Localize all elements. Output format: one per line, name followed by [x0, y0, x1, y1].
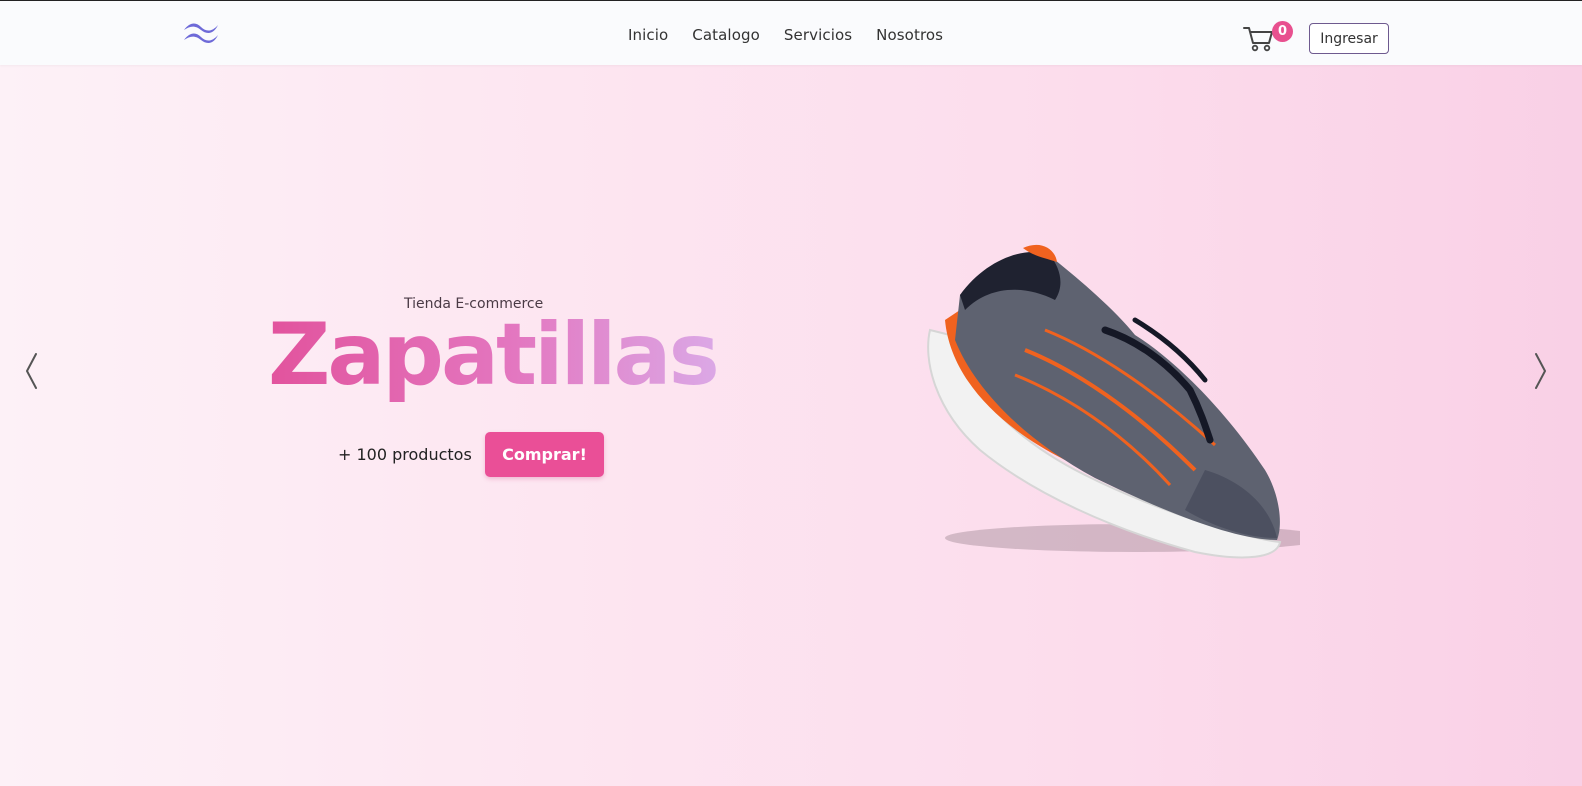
running-shoe-image — [905, 240, 1325, 565]
buy-button[interactable]: Comprar! — [485, 432, 604, 477]
shopping-cart-icon — [1243, 27, 1273, 52]
nav-inicio[interactable]: Inicio — [628, 26, 668, 44]
chevron-left-icon[interactable] — [24, 352, 40, 390]
site-header: Inicio Catalogo Servicios Nosotros 0 Ing… — [0, 1, 1582, 65]
nav-servicios[interactable]: Servicios — [784, 26, 852, 44]
cart-button[interactable]: 0 — [1243, 21, 1295, 55]
wave-logo-icon[interactable] — [182, 20, 220, 46]
main-nav: Inicio Catalogo Servicios Nosotros — [628, 26, 943, 44]
nav-catalogo[interactable]: Catalogo — [692, 26, 760, 44]
hero-title: Zapatillas — [268, 305, 720, 405]
login-button[interactable]: Ingresar — [1309, 23, 1389, 54]
cart-count-badge: 0 — [1272, 21, 1293, 42]
products-count: + 100 productos — [338, 445, 472, 464]
chevron-right-icon[interactable] — [1532, 352, 1548, 390]
hero-carousel: Tienda E-commerce Zapatillas + 100 produ… — [0, 65, 1582, 786]
nav-nosotros[interactable]: Nosotros — [876, 26, 943, 44]
